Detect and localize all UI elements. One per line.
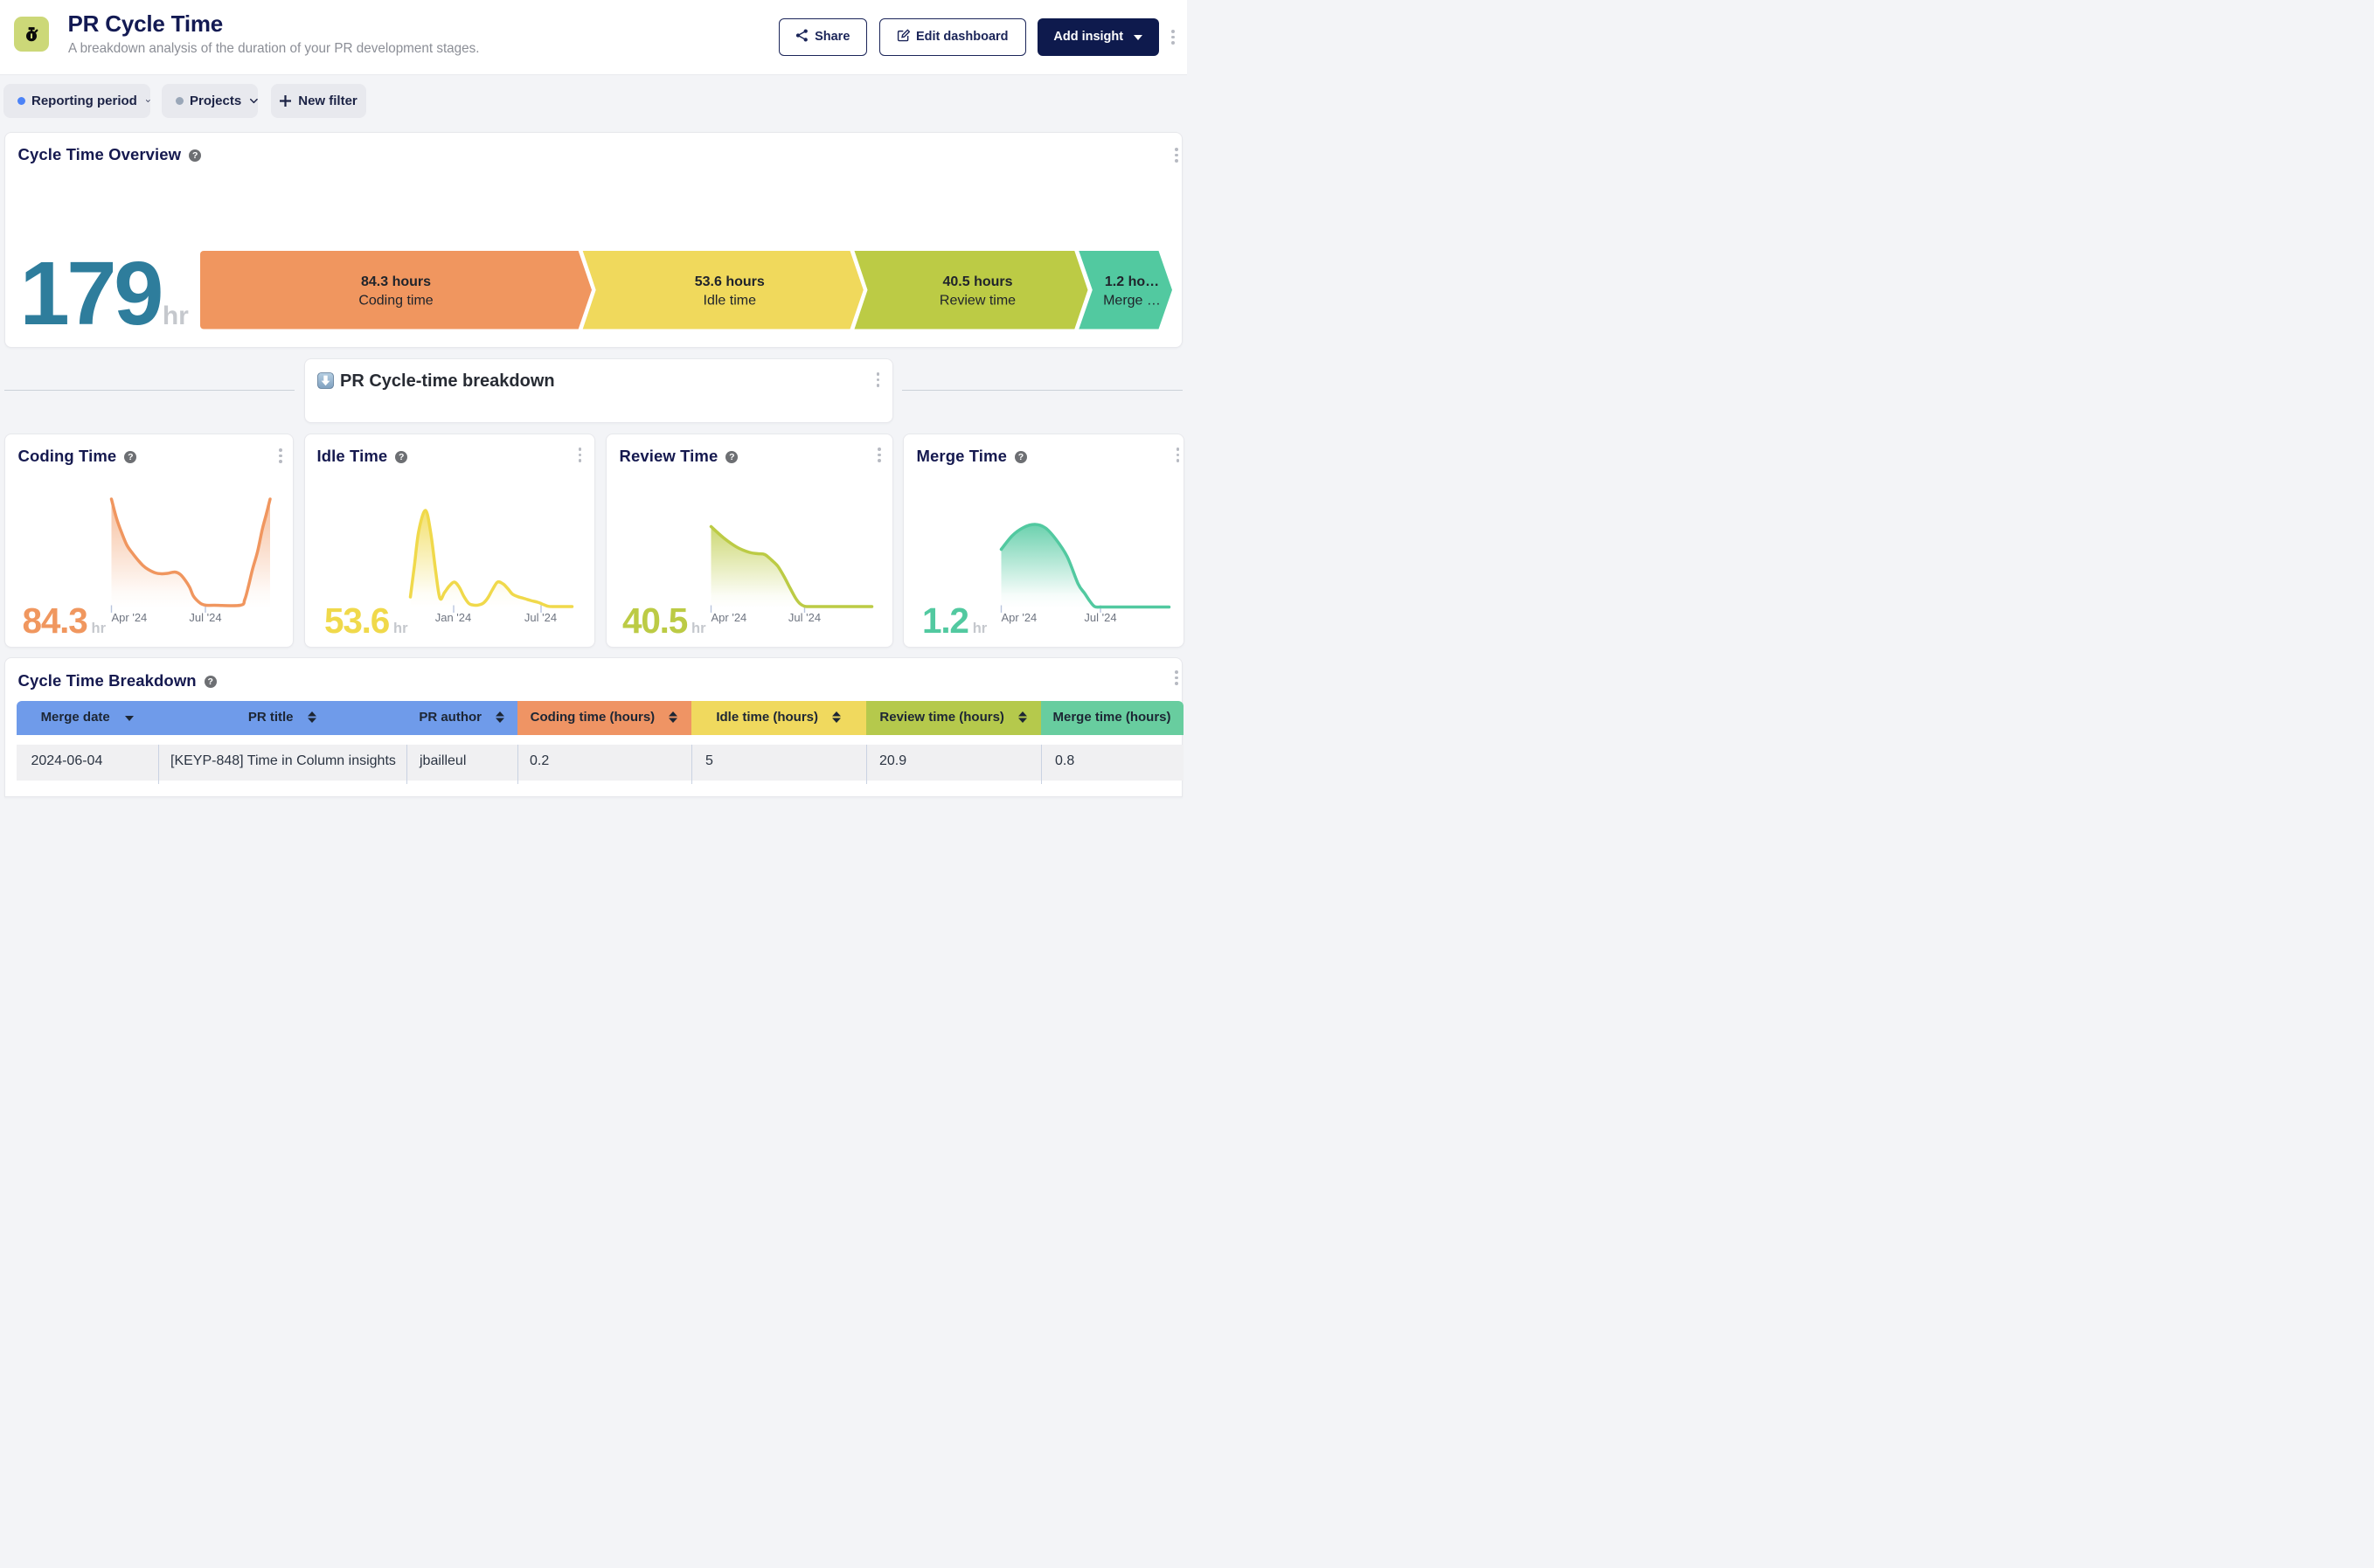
svg-text:1.2 ho…: 1.2 ho… [1105,274,1159,289]
svg-text:53.6 hours: 53.6 hours [695,274,765,289]
svg-text:Merge …: Merge … [1103,294,1161,309]
svg-text:Review time: Review time [940,294,1016,309]
svg-text:40.5 hours: 40.5 hours [942,274,1012,289]
svg-text:Idle time: Idle time [704,294,757,309]
svg-text:Coding time: Coding time [358,294,433,309]
svg-text:84.3 hours: 84.3 hours [361,274,431,289]
